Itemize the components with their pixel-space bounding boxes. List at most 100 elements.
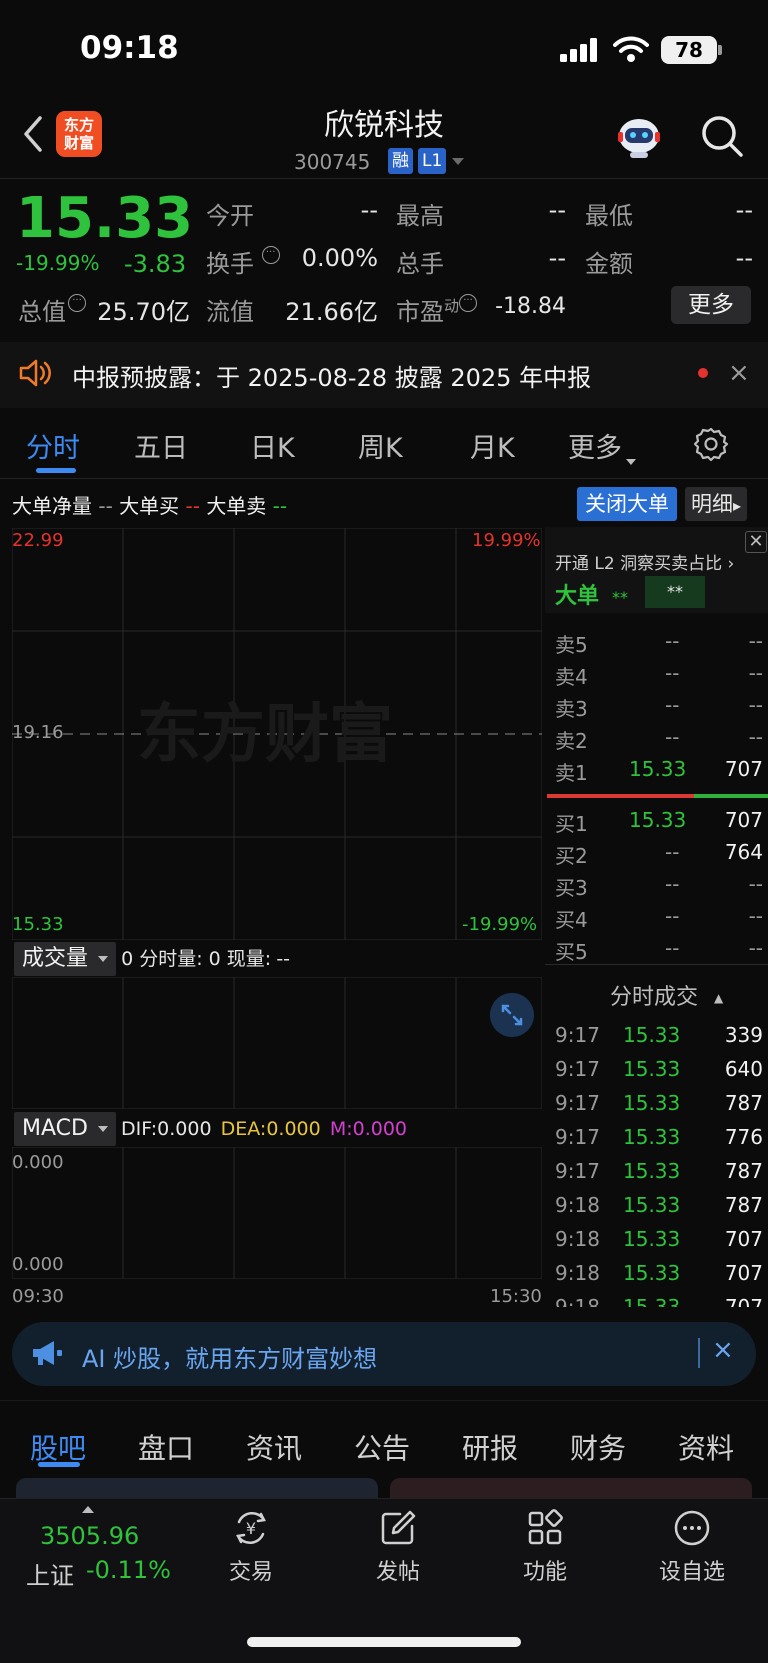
forum-card-left[interactable]	[16, 1478, 378, 1498]
tick-row[interactable]: 9:18 15.33 707	[545, 1295, 763, 1307]
tick-row[interactable]: 9:17 15.33 640	[545, 1057, 763, 1087]
home-indicator[interactable]	[247, 1637, 521, 1647]
chevron-down-icon[interactable]	[452, 158, 464, 165]
index-value[interactable]: 3505.96	[40, 1522, 139, 1550]
bid-row[interactable]: 买3 -- --	[545, 872, 763, 902]
tab-finance[interactable]: 财务	[570, 1427, 626, 1467]
ask-row[interactable]: 卖4 -- --	[545, 661, 763, 691]
ask-row[interactable]: 卖2 -- --	[545, 725, 763, 755]
bid-row[interactable]: 买2 -- 764	[545, 840, 763, 870]
float-cap-value: 21.66亿	[285, 298, 378, 326]
active-tab-indicator	[36, 468, 76, 473]
low-value: --	[735, 196, 753, 224]
big-sell-value: --	[272, 494, 288, 518]
tick-row[interactable]: 9:17 15.33 787	[545, 1159, 763, 1189]
tab-research[interactable]: 研报	[462, 1427, 518, 1467]
nav-add-watchlist[interactable]: 设自选	[637, 1508, 747, 1586]
tick-price: 15.33	[623, 1091, 681, 1115]
info-icon: ···	[261, 246, 280, 264]
index-change[interactable]: -0.11%	[86, 1556, 171, 1584]
tab-daily-k[interactable]: 日K	[250, 426, 295, 465]
ai-banner-close-button[interactable]: ×	[712, 1335, 734, 1365]
y-axis-top-price: 22.99	[12, 530, 64, 551]
info-tabs: 股吧 盘口 资讯 公告 研报 财务 资料	[0, 1400, 768, 1470]
tick-row[interactable]: 9:17 15.33 787	[545, 1091, 763, 1121]
caret-up-icon[interactable]	[82, 1506, 94, 1513]
bid-volume: --	[748, 936, 763, 960]
volume-chart[interactable]	[12, 977, 542, 1109]
pe-text: 市盈	[396, 298, 444, 326]
tick-row[interactable]: 9:18 15.33 787	[545, 1193, 763, 1223]
big-buy-label: 大单买	[119, 494, 180, 518]
level-tag[interactable]: L1	[418, 148, 447, 174]
ask-price: --	[665, 693, 680, 717]
macd-chart[interactable]	[12, 1147, 542, 1279]
tick-row[interactable]: 9:18 15.33 707	[545, 1261, 763, 1291]
market-cap-label[interactable]: 总值 ···	[18, 292, 86, 327]
tab-five-day[interactable]: 五日	[134, 426, 188, 465]
tick-volume: 787	[724, 1159, 763, 1183]
tab-profile[interactable]: 资料	[678, 1427, 734, 1467]
nav-functions[interactable]: 功能	[490, 1508, 600, 1586]
robot-assistant-icon[interactable]	[614, 114, 664, 160]
bid-volume: --	[748, 872, 763, 896]
tab-monthly-k[interactable]: 月K	[470, 426, 515, 465]
index-name[interactable]: 上证	[26, 1556, 74, 1591]
market-cap-value: 25.70亿	[97, 298, 190, 326]
bid-row[interactable]: 买1 15.33 707	[545, 808, 763, 838]
tab-intraday[interactable]: 分时	[26, 426, 80, 465]
bid-row[interactable]: 买5 -- --	[545, 936, 763, 966]
ask-price: --	[665, 629, 680, 653]
tab-order-book[interactable]: 盘口	[138, 1427, 194, 1467]
bid-price: --	[665, 936, 680, 960]
tick-volume: 787	[724, 1193, 763, 1217]
notice-text[interactable]: 中报预披露：于 2025-08-28 披露 2025 年中报	[72, 358, 591, 393]
tick-row[interactable]: 9:17 15.33 339	[545, 1023, 763, 1053]
ask-row[interactable]: 卖5 -- --	[545, 629, 763, 659]
tab-news[interactable]: 资讯	[246, 1427, 302, 1467]
tick-row[interactable]: 9:17 15.33 776	[545, 1125, 763, 1155]
bid-price: 15.33	[629, 808, 687, 832]
cellular-signal-icon	[560, 38, 597, 62]
bid-label: 买3	[555, 876, 588, 900]
intraday-chart[interactable]: 东方财富	[12, 528, 542, 940]
bid-row[interactable]: 买4 -- --	[545, 904, 763, 934]
pe-label[interactable]: 市盈动 ···	[396, 292, 478, 327]
more-button[interactable]: 更多	[671, 286, 751, 324]
tab-announcements[interactable]: 公告	[354, 1427, 410, 1467]
nav-trade[interactable]: ¥ 交易	[196, 1508, 306, 1586]
tick-volume: 707	[724, 1261, 763, 1285]
forum-card-right[interactable]	[390, 1478, 752, 1498]
volume-indicator-selector[interactable]: 成交量	[14, 942, 117, 976]
tick-time: 9:18	[555, 1295, 600, 1307]
turnover-rate-label[interactable]: 换手 ···	[206, 244, 280, 279]
tab-weekly-k[interactable]: 周K	[358, 426, 403, 465]
macd-dea: DEA:0.000	[220, 1118, 321, 1140]
notice-close-button[interactable]: ×	[728, 358, 750, 388]
macd-indicator-selector[interactable]: MACD	[14, 1112, 116, 1146]
ask-price: 15.33	[629, 757, 687, 781]
caret-down-icon	[97, 1126, 108, 1132]
tab-stock-forum[interactable]: 股吧	[30, 1427, 86, 1467]
volume-value: --	[548, 244, 566, 272]
expand-icon[interactable]	[490, 993, 534, 1037]
ask-row[interactable]: 卖1 15.33 707	[545, 757, 763, 787]
close-big-order-button[interactable]: 关闭大单	[577, 487, 677, 521]
open-label: 今开	[206, 202, 254, 230]
bid-price: --	[665, 872, 680, 896]
tick-trades-header[interactable]: 分时成交 ▲	[610, 979, 723, 1011]
net-big-order-label: 大单净量	[12, 494, 92, 518]
tick-row[interactable]: 9:18 15.33 707	[545, 1227, 763, 1257]
ask-row[interactable]: 卖3 -- --	[545, 693, 763, 723]
tick-price: 15.33	[623, 1159, 681, 1183]
volume-panel-header: 成交量 0 分时量: 0 现量: --	[14, 942, 290, 976]
open-value: --	[360, 196, 378, 224]
tab-more[interactable]: 更多	[568, 426, 636, 465]
ai-promo-text[interactable]: AI 炒股，就用东方财富妙想	[82, 1339, 377, 1374]
search-icon[interactable]	[700, 114, 744, 158]
gear-icon[interactable]	[693, 426, 729, 462]
battery-tip	[718, 45, 722, 55]
detail-button[interactable]: 明细▸	[685, 487, 748, 521]
float-cap-label: 流值	[206, 298, 254, 326]
nav-post[interactable]: 发帖	[343, 1508, 453, 1586]
